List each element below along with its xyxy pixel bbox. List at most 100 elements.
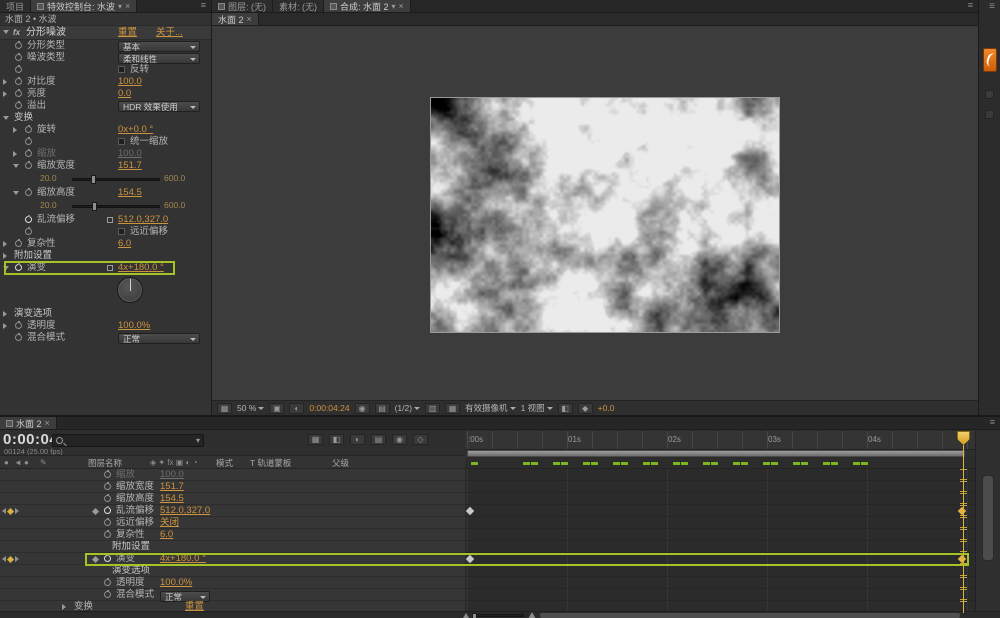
property-value[interactable]: 关闭: [160, 517, 179, 529]
stopwatch-icon[interactable]: [25, 150, 32, 157]
expand-arrow-icon[interactable]: [13, 151, 17, 157]
timeline-row-left[interactable]: 缩放100.0: [0, 469, 465, 481]
property-value[interactable]: 100.0%: [160, 577, 192, 589]
zoom-slider-thumb[interactable]: [472, 613, 477, 618]
resolution-dropdown[interactable]: (1/2): [395, 403, 420, 413]
close-icon[interactable]: [125, 1, 130, 11]
work-area-bar[interactable]: [467, 450, 965, 457]
timeline-row-track[interactable]: [465, 505, 975, 517]
hide-shy-layers-icon[interactable]: ◐: [350, 434, 365, 445]
transparency-grid-icon[interactable]: ▦: [445, 403, 460, 414]
stopwatch-icon[interactable]: [104, 471, 111, 478]
property-value[interactable]: 151.7: [160, 481, 184, 493]
fractal-noise-preview[interactable]: [430, 97, 780, 333]
slider-thumb[interactable]: [91, 175, 96, 184]
keyframe-navigator[interactable]: [2, 553, 19, 565]
expand-arrow-icon[interactable]: [3, 323, 7, 329]
slider-track[interactable]: [72, 205, 160, 208]
timeline-row-left[interactable]: 附加设置: [0, 541, 465, 553]
property-value[interactable]: 4x+180.0 °: [118, 262, 164, 274]
stopwatch-icon[interactable]: [104, 591, 111, 598]
keyframe-navigator[interactable]: [2, 505, 19, 517]
stopwatch-icon[interactable]: [25, 162, 32, 169]
timeline-row-left[interactable]: 缩放宽度151.7: [0, 481, 465, 493]
stopwatch-icon[interactable]: [15, 322, 22, 329]
next-keyframe-icon[interactable]: [15, 508, 19, 514]
effect-row[interactable]: 乱流偏移512.0,327.0: [0, 214, 211, 226]
property-value[interactable]: 6.0: [118, 238, 131, 250]
panel-menu-icon[interactable]: [985, 417, 1000, 429]
horizontal-scrollbar-thumb[interactable]: [540, 613, 960, 618]
expand-arrow-icon[interactable]: [13, 164, 19, 168]
effect-row[interactable]: 噪波类型柔和线性: [0, 52, 211, 64]
expand-arrow-icon[interactable]: [3, 253, 7, 259]
tab-project[interactable]: 项目: [0, 0, 31, 12]
timeline-row-track[interactable]: [465, 553, 975, 565]
viewer-timecode[interactable]: 0:00:04:24: [309, 403, 349, 413]
panel-menu-icon[interactable]: [984, 1, 1000, 12]
zoom-in-icon[interactable]: [528, 612, 536, 618]
chevron-down-icon[interactable]: [196, 435, 200, 446]
stopwatch-icon[interactable]: [104, 519, 111, 526]
tab-effect-controls[interactable]: 特效控制台: 水波: [31, 0, 137, 12]
keyframe-icon[interactable]: [466, 555, 474, 563]
effect-row[interactable]: 演变选项: [0, 308, 211, 320]
effect-row[interactable]: 复杂性6.0: [0, 238, 211, 250]
column-track-matte[interactable]: T 轨道蒙板: [250, 456, 291, 470]
checkbox[interactable]: [118, 228, 125, 235]
prev-keyframe-icon[interactable]: [2, 556, 6, 562]
close-icon[interactable]: [45, 418, 50, 428]
effect-row[interactable]: 混合模式正常: [0, 332, 211, 344]
expand-arrow-icon[interactable]: [13, 191, 19, 195]
slider-max-value[interactable]: 600.0: [164, 199, 185, 211]
expand-arrow-icon[interactable]: [3, 79, 7, 85]
stopwatch-icon[interactable]: [104, 495, 111, 502]
slider-min-value[interactable]: 20.0: [40, 172, 57, 184]
column-mode[interactable]: 模式: [216, 456, 233, 470]
tab-composition[interactable]: 合成: 水面 2: [324, 0, 411, 12]
tab-layer[interactable]: 图层: (无): [212, 0, 273, 12]
effect-row[interactable]: 分形类型基本: [0, 40, 211, 52]
fast-preview-icon[interactable]: ◆: [578, 403, 593, 414]
close-icon[interactable]: [247, 14, 252, 24]
timeline-row-track[interactable]: [465, 481, 975, 493]
motion-blur-icon[interactable]: ◉: [392, 434, 407, 445]
slider-track[interactable]: [72, 178, 160, 181]
frame-blending-icon[interactable]: ▤: [371, 434, 386, 445]
timeline-row-track[interactable]: [465, 577, 975, 589]
expand-arrow-icon[interactable]: [3, 311, 7, 317]
dropdown[interactable]: HDR 效果使用: [118, 101, 200, 112]
effect-row[interactable]: 缩放100.0: [0, 148, 211, 160]
effect-row[interactable]: 缩放宽度151.7: [0, 160, 211, 172]
property-value[interactable]: 154.5: [118, 187, 142, 199]
checkbox[interactable]: [118, 66, 125, 73]
scrollbar-thumb[interactable]: [982, 475, 994, 561]
property-value[interactable]: 0x+0.0 °: [118, 124, 153, 136]
timeline-row-track[interactable]: [465, 493, 975, 505]
timeline-row-track[interactable]: [465, 541, 975, 553]
stopwatch-icon[interactable]: [104, 483, 111, 490]
property-value[interactable]: 6.0: [160, 529, 173, 541]
prev-keyframe-icon[interactable]: [2, 508, 6, 514]
expand-arrow-icon[interactable]: [3, 266, 9, 270]
tab-comp-name[interactable]: 水面 2: [212, 13, 259, 25]
keyframe-at-time-icon[interactable]: [7, 555, 14, 562]
draft-3d-icon[interactable]: ◧: [329, 434, 344, 445]
current-time-indicator-line[interactable]: [963, 431, 964, 613]
stopwatch-icon[interactable]: [25, 228, 32, 235]
stopwatch-icon[interactable]: [104, 531, 111, 538]
property-value[interactable]: 512.0,327.0: [160, 505, 210, 517]
effect-row[interactable]: 变换: [0, 112, 211, 124]
graph-editor-icon[interactable]: ◇: [413, 434, 428, 445]
tab-footage[interactable]: 素材: (无): [273, 0, 324, 12]
expand-arrow-icon[interactable]: [3, 116, 9, 120]
snapshot-icon[interactable]: ◉: [355, 403, 370, 414]
stopwatch-icon[interactable]: [15, 42, 22, 49]
stopwatch-icon[interactable]: [15, 102, 22, 109]
timeline-row-left[interactable]: 缩放高度154.5: [0, 493, 465, 505]
effect-row[interactable]: 缩放高度154.5: [0, 187, 211, 199]
reset-link[interactable]: 重置: [118, 26, 137, 40]
stopwatch-icon[interactable]: [15, 90, 22, 97]
timeline-row-left[interactable]: 远近偏移关闭: [0, 517, 465, 529]
stopwatch-icon[interactable]: [15, 54, 22, 61]
